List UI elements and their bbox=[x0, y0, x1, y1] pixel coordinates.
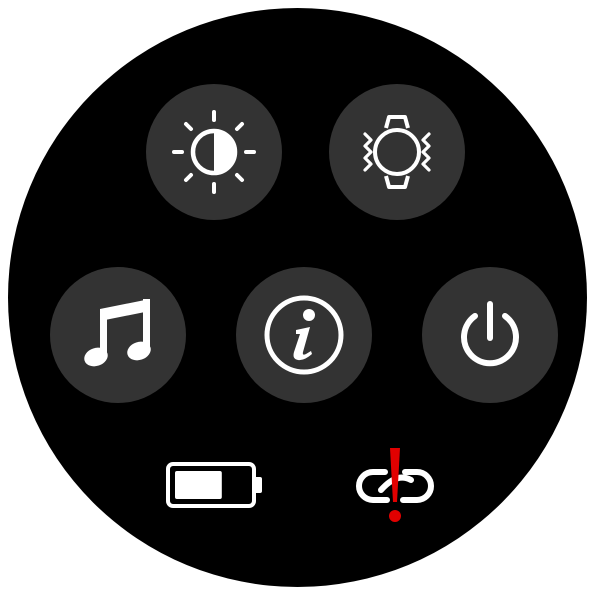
vibrate-watch-icon bbox=[363, 115, 431, 189]
battery-icon bbox=[166, 462, 262, 508]
power-button[interactable] bbox=[422, 267, 558, 403]
connection-status bbox=[345, 442, 445, 528]
screen bbox=[0, 0, 595, 595]
vibration-button[interactable] bbox=[329, 84, 465, 220]
power-icon bbox=[461, 301, 519, 367]
info-icon bbox=[264, 295, 344, 375]
music-button[interactable] bbox=[50, 267, 186, 403]
battery-status bbox=[160, 455, 270, 515]
brightness-button[interactable] bbox=[146, 84, 282, 220]
alert-icon bbox=[389, 448, 401, 522]
info-button[interactable] bbox=[236, 267, 372, 403]
link-broken-icon bbox=[356, 448, 434, 522]
music-note-icon bbox=[84, 299, 151, 367]
brightness-icon bbox=[172, 110, 256, 194]
